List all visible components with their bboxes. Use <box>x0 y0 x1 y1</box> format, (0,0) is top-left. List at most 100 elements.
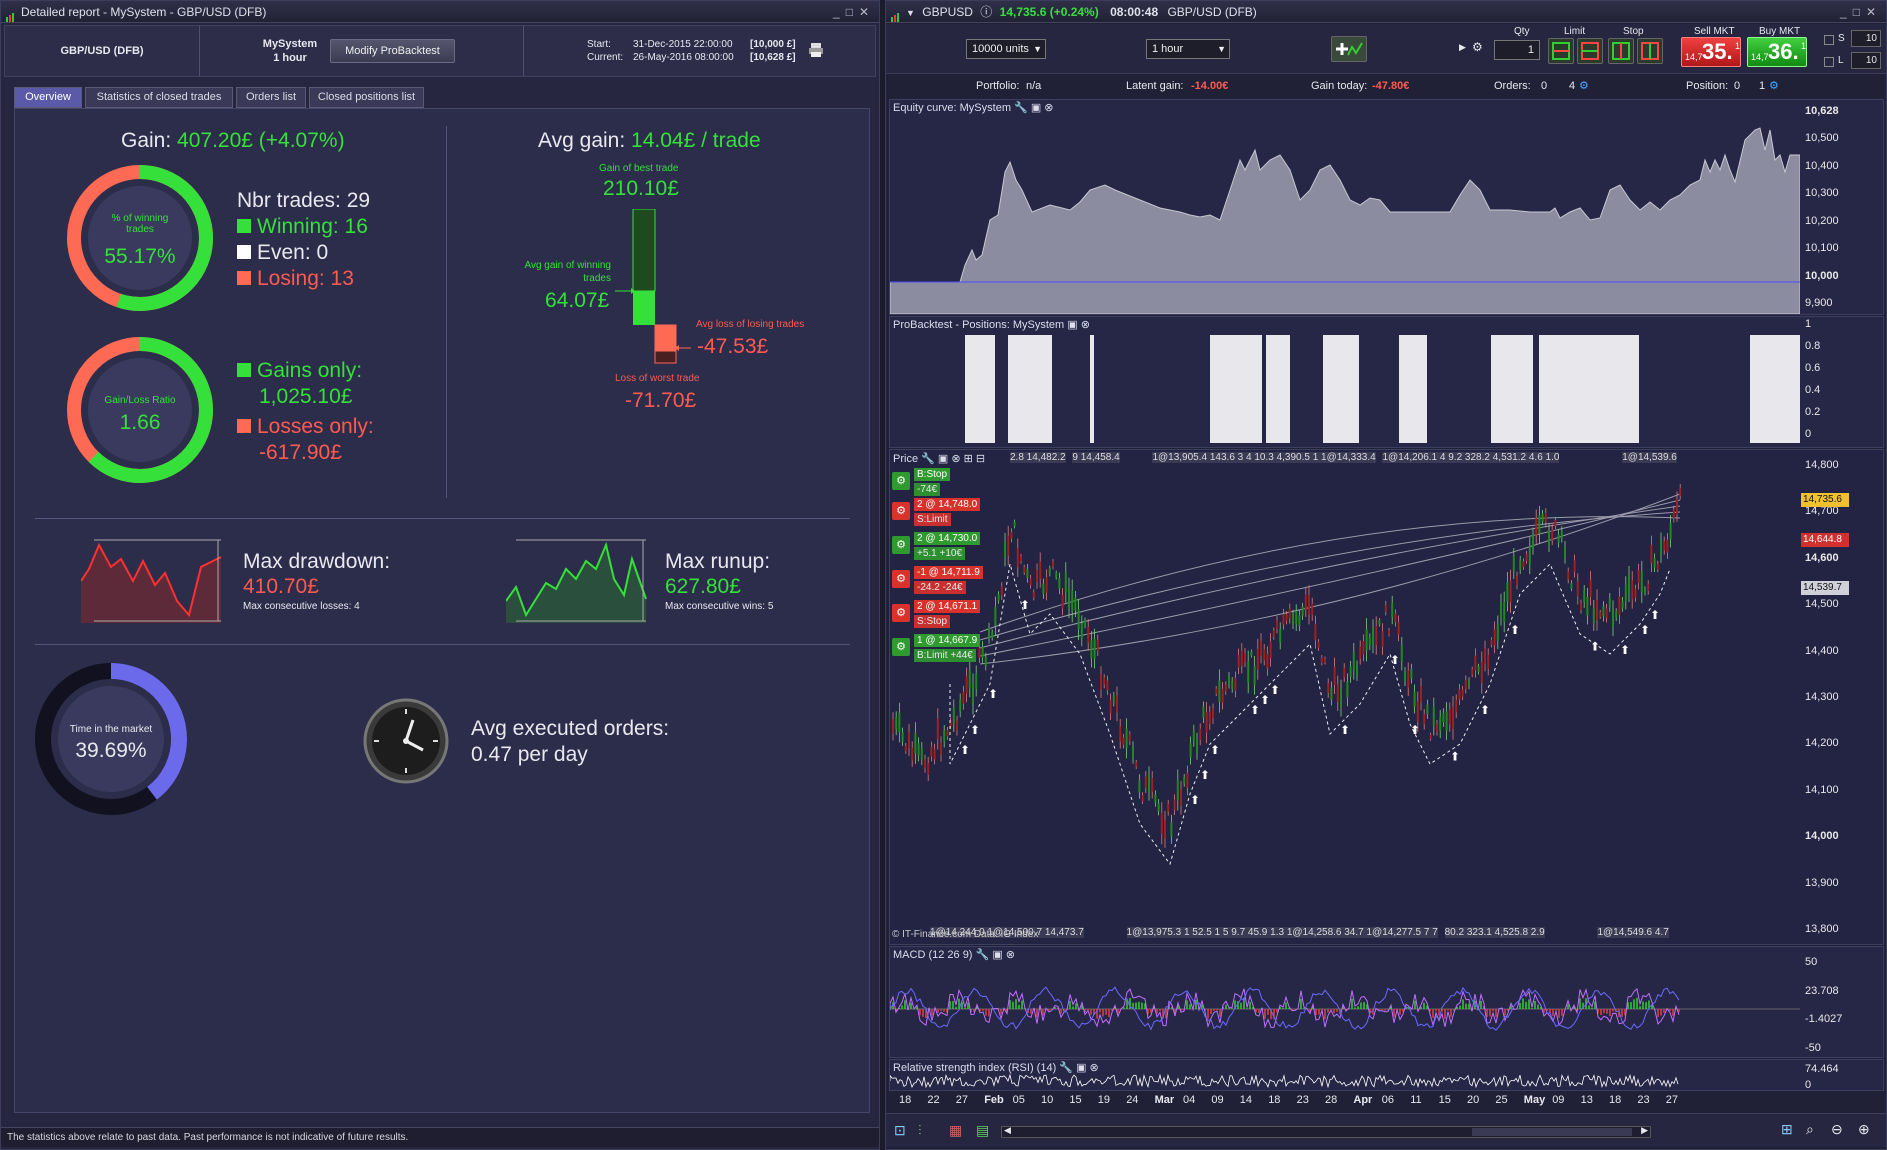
candle-body <box>1016 548 1019 568</box>
scrollbar-thumb[interactable] <box>1472 1128 1632 1136</box>
close-icon[interactable]: ⊗ <box>1006 949 1015 961</box>
close-icon[interactable]: ✕ <box>1866 5 1882 19</box>
order-settings-icon[interactable]: ⚙ <box>892 638 910 656</box>
wrench-icon[interactable]: ⚙ <box>1472 40 1483 54</box>
report-titlebar[interactable]: Detailed report - MySystem - GBP/USD (DF… <box>1 1 879 23</box>
zoom-fit-icon[interactable]: ⌕ <box>1806 1121 1814 1138</box>
save-chart-icon[interactable]: ⊡ <box>894 1122 906 1139</box>
axis-tick-label: 10,100 <box>1805 242 1839 255</box>
bar-style-icon[interactable]: ⫶ <box>918 1122 922 1139</box>
axis-tick-label: 0.2 <box>1805 406 1821 418</box>
timeframe-select[interactable]: 1 hour ▼ <box>1146 39 1230 59</box>
max-runup-sub: Max consecutive wins: 5 <box>665 601 774 612</box>
price-tag: 14,644.8 <box>1801 533 1849 547</box>
template-icon[interactable]: ▦ <box>949 1122 962 1139</box>
time-axis-label: Mar <box>1154 1094 1175 1106</box>
time-axis-label: Apr <box>1353 1094 1373 1106</box>
candle-body <box>1170 822 1173 837</box>
order-settings-icon[interactable]: ⚙ <box>892 502 910 520</box>
axis-tick-label: 14,300 <box>1805 691 1839 703</box>
candle-body <box>1384 604 1387 612</box>
candle-body <box>1362 641 1365 655</box>
order-settings-icon[interactable]: ⚙ <box>892 536 910 554</box>
candle-body <box>1256 649 1259 670</box>
scroll-right-icon[interactable]: ▶ <box>1641 1125 1648 1136</box>
chart-settings-icon[interactable]: ⊞ <box>1781 1121 1793 1138</box>
close-icon[interactable]: ✕ <box>859 5 875 19</box>
buy-mkt-button[interactable]: 14,7 36. 1 <box>1747 37 1807 67</box>
tab-closed-positions-list[interactable]: Closed positions list <box>309 87 424 108</box>
avg-loss-caption: Avg loss of losing trades <box>696 319 805 330</box>
dropdown-arrow-icon[interactable]: ▼ <box>906 8 915 18</box>
tab-statistics-closed-trades[interactable]: Statistics of closed trades <box>85 87 233 108</box>
collapse-arrow-icon[interactable]: ▶ <box>1459 42 1466 53</box>
rsi-chart <box>890 1073 1679 1089</box>
candle-body <box>1106 680 1109 691</box>
add-indicator-button[interactable] <box>1331 36 1367 62</box>
time-axis-label: 22 <box>927 1094 940 1106</box>
losses-only-text: Losses only: <box>257 415 374 438</box>
wrench-icon[interactable]: 🔧 <box>976 949 990 961</box>
candle-body <box>1573 560 1576 572</box>
order-settings-icon[interactable]: ⚙ <box>892 570 910 588</box>
minimize-icon[interactable]: _ <box>1840 5 1853 19</box>
chart-titlebar[interactable]: ▼ GBPUSD ⓘ 14,735.6 (+0.24%) 08:00:48 GB… <box>886 1 1886 23</box>
maximize-icon[interactable]: □ <box>846 5 859 19</box>
candle-body <box>1455 700 1458 713</box>
candle-body <box>1218 680 1221 702</box>
candle-body <box>1144 776 1147 788</box>
candle-body <box>1439 716 1442 732</box>
candle-body <box>1154 794 1157 803</box>
avg-win-caption: Avg gain of winning trades <box>524 260 611 284</box>
window-icon[interactable]: ▣ <box>992 949 1002 961</box>
sell-mkt-label: Sell MKT <box>1694 26 1735 37</box>
order-settings-icon[interactable]: ⚙ <box>892 604 910 622</box>
order-head: 2 @ 14,671.1 <box>914 600 981 613</box>
units-select[interactable]: 10000 units ▼ <box>966 39 1046 59</box>
current-capital: [10,628 £] <box>750 52 796 63</box>
candle-body <box>1324 658 1326 663</box>
scroll-left-icon[interactable]: ◀ <box>1004 1125 1011 1136</box>
maximize-icon[interactable]: □ <box>1853 5 1866 19</box>
qty-input[interactable]: 1 <box>1494 40 1540 60</box>
stop-buy-button[interactable] <box>1608 38 1634 64</box>
candle-body <box>1055 572 1058 578</box>
candle-body <box>1445 711 1448 731</box>
time-axis-label: 11 <box>1410 1094 1422 1106</box>
candle-body <box>1045 577 1048 593</box>
candle-body <box>1224 684 1227 692</box>
buy-arrow-icon: ⬆ <box>1510 623 1520 637</box>
position-settings-icon[interactable]: ⚙ <box>1769 76 1779 96</box>
zoom-in-icon[interactable]: ⊕ <box>1858 1121 1870 1138</box>
candle-body <box>1077 609 1080 630</box>
tab-overview[interactable]: Overview <box>14 87 82 108</box>
order-head: B:Stop <box>914 468 951 481</box>
l-checkbox[interactable] <box>1824 57 1834 67</box>
s-input[interactable]: 10 <box>1851 30 1881 47</box>
s-checkbox[interactable] <box>1824 35 1834 45</box>
print-icon[interactable] <box>808 42 824 63</box>
minimize-icon[interactable]: _ <box>833 5 846 19</box>
disclaimer: The statistics above relate to past data… <box>1 1127 879 1147</box>
candle-body <box>1292 614 1294 625</box>
grid-icon[interactable]: ▤ <box>976 1122 989 1139</box>
sell-mkt-button[interactable]: 14,7 35. 1 <box>1681 37 1741 67</box>
window-controls[interactable]: _□✕ <box>1840 1 1882 23</box>
candle-body <box>1026 568 1029 578</box>
limit-sell-button[interactable] <box>1577 38 1603 64</box>
candle-body <box>1589 579 1592 597</box>
orders-settings-icon[interactable]: ⚙ <box>1579 76 1589 96</box>
stop-sell-button[interactable] <box>1637 38 1663 64</box>
macd-title-text: MACD (12 26 9) <box>893 949 973 961</box>
losing-count: Losing: 13 <box>237 267 354 291</box>
window-controls[interactable]: _□✕ <box>833 1 875 23</box>
candle-body <box>1356 665 1358 676</box>
order-settings-icon[interactable]: ⚙ <box>892 472 910 490</box>
zoom-out-icon[interactable]: ⊖ <box>1831 1121 1843 1138</box>
info-icon[interactable]: ⓘ <box>980 5 992 19</box>
tab-orders-list[interactable]: Orders list <box>236 87 306 108</box>
modify-probacktest-button[interactable]: Modify ProBacktest <box>330 39 455 63</box>
scrollbar[interactable]: ◀ ▶ <box>1001 1125 1651 1138</box>
limit-buy-button[interactable] <box>1548 38 1574 64</box>
l-input[interactable]: 10 <box>1851 52 1881 69</box>
